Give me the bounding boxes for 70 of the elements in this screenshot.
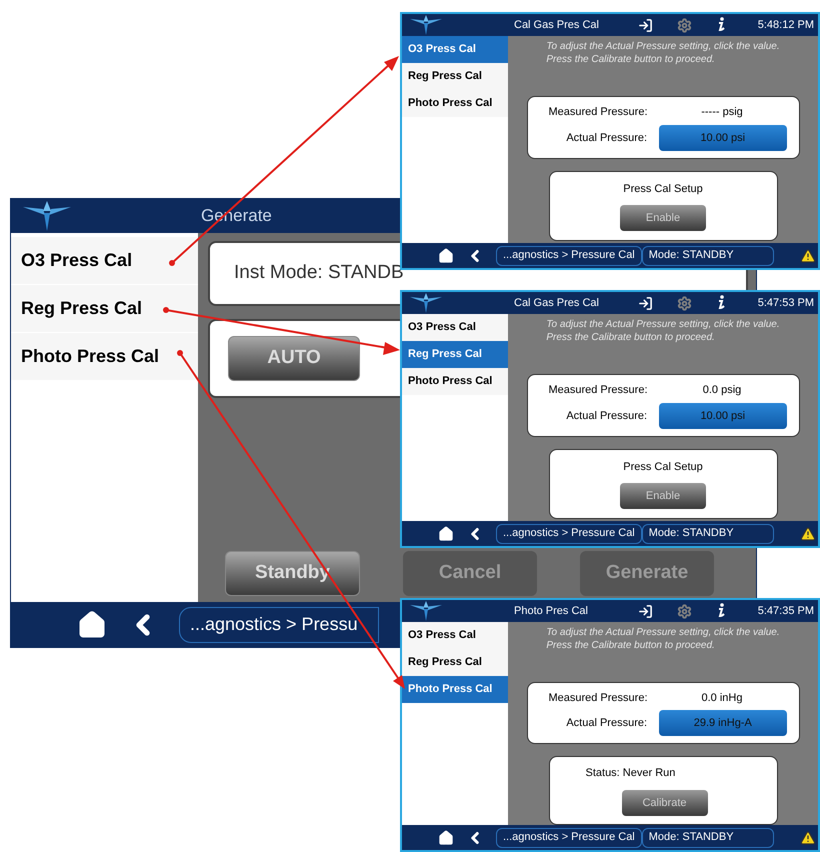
setup-title: Press Cal Setup	[623, 182, 703, 197]
sign-in-icon[interactable]	[638, 296, 653, 310]
warning-icon[interactable]	[800, 526, 816, 542]
hint-text: To adjust the Actual Pressure setting, click the value.	[546, 318, 780, 331]
sidebar-item[interactable]: Reg Press Cal	[402, 649, 508, 676]
breadcrumb[interactable]: ...agnostics > Pressure Cal	[496, 524, 642, 544]
home-icon[interactable]	[77, 610, 107, 640]
sidebar-item[interactable]: O3 Press Cal	[11, 237, 198, 284]
action-button[interactable]: Enable	[620, 205, 706, 232]
actual-label: Actual Pressure:	[565, 716, 648, 732]
setup-title: Press Cal Setup	[623, 460, 703, 475]
logo-icon	[410, 15, 442, 35]
clock-time: 5:47:53 PM	[758, 296, 815, 311]
actual-pressure-field[interactable]: 29.9 inHg-A	[659, 710, 786, 736]
logo-icon	[410, 293, 442, 313]
logo-icon	[410, 601, 442, 621]
screen-title: Cal Gas Pres Cal	[513, 296, 600, 311]
sign-in-icon[interactable]	[638, 18, 653, 32]
settings-icon[interactable]	[677, 604, 692, 618]
sidebar-item[interactable]: Reg Press Cal	[11, 285, 198, 332]
clock-time: 5:47:35 PM	[758, 604, 815, 619]
hint-text: To adjust the Actual Pressure setting, click the value.	[546, 40, 780, 53]
info-icon[interactable]	[716, 17, 726, 33]
sidebar-item[interactable]: Photo Press Cal	[402, 368, 508, 395]
actual-pressure-field[interactable]: 10.00 psi	[659, 124, 786, 151]
mode-indicator: Mode: STANDBY	[642, 524, 774, 544]
sidebar-item[interactable]: Photo Press Cal	[402, 90, 508, 117]
home-icon[interactable]	[438, 248, 454, 264]
warning-icon[interactable]	[800, 830, 816, 846]
hint-text: To adjust the Actual Pressure setting, click the value.	[546, 626, 780, 639]
measured-label: Measured Pressure:	[547, 383, 648, 398]
sign-in-icon[interactable]	[638, 604, 653, 618]
hint-text: Press the Calibrate button to proceed.	[546, 639, 715, 652]
hint-text: Press the Calibrate button to proceed.	[546, 331, 715, 344]
clock-time: 5:48:12 PM	[758, 18, 815, 33]
actual-label: Actual Pressure:	[565, 130, 648, 146]
status-text: Status: Never Run	[586, 766, 676, 782]
warning-icon[interactable]	[800, 248, 816, 264]
sidebar-item[interactable]: Reg Press Cal	[402, 341, 508, 368]
breadcrumb[interactable]: ...agnostics > Pressu	[179, 606, 379, 642]
sidebar-item[interactable]: Reg Press Cal	[402, 63, 508, 90]
settings-icon[interactable]	[677, 296, 692, 310]
screen-title: Cal Gas Pres Cal	[513, 18, 600, 33]
actual-pressure-field[interactable]: 10.00 psi	[659, 402, 786, 429]
action-button[interactable]: Calibrate	[622, 790, 708, 816]
sidebar-item[interactable]: O3 Press Cal	[402, 36, 508, 63]
home-icon[interactable]	[438, 526, 454, 542]
info-icon[interactable]	[716, 295, 726, 311]
measured-label: Measured Pressure:	[547, 105, 648, 120]
measured-value: 0.0 inHg	[700, 690, 744, 706]
action-button[interactable]: Enable	[620, 483, 706, 510]
settings-icon[interactable]	[677, 18, 692, 32]
breadcrumb[interactable]: ...agnostics > Pressure Cal	[496, 246, 642, 266]
info-icon[interactable]	[716, 603, 726, 619]
sidebar-item[interactable]: O3 Press Cal	[402, 622, 508, 649]
screen-title: Photo Pres Cal	[513, 604, 589, 619]
measured-value: 0.0 psig	[702, 383, 742, 398]
sidebar-item[interactable]: Photo Press Cal	[11, 333, 198, 380]
logo-icon	[23, 201, 71, 231]
inst-mode-text: Inst Mode: STANDB	[234, 261, 404, 286]
breadcrumb[interactable]: ...agnostics > Pressure Cal	[496, 828, 642, 848]
home-icon[interactable]	[438, 830, 454, 846]
actual-label: Actual Pressure:	[565, 408, 648, 424]
mode-indicator: Mode: STANDBY	[642, 246, 774, 266]
measured-value: ----- psig	[700, 105, 744, 120]
sidebar-item[interactable]: O3 Press Cal	[402, 314, 508, 341]
hint-text: Press the Calibrate button to proceed.	[546, 53, 715, 66]
mode-indicator: Mode: STANDBY	[642, 828, 774, 848]
measured-label: Measured Pressure:	[547, 690, 648, 706]
sidebar-item[interactable]: Photo Press Cal	[402, 676, 508, 703]
